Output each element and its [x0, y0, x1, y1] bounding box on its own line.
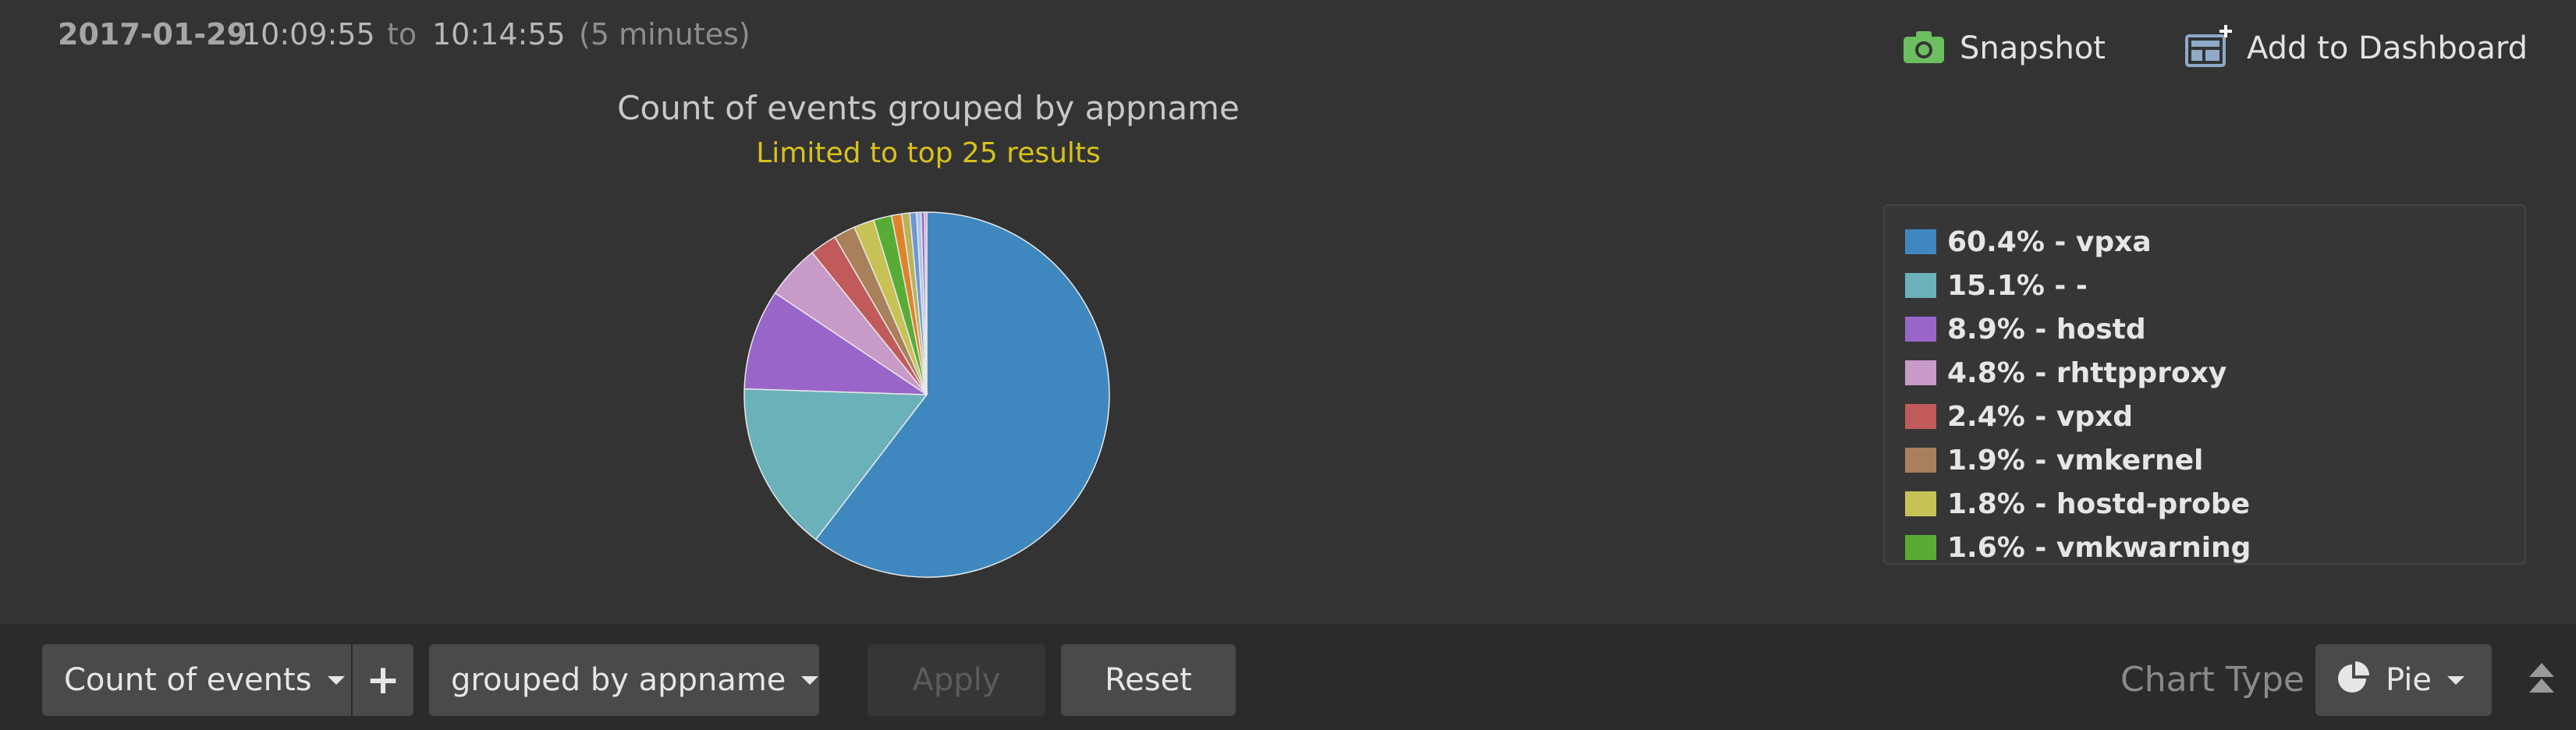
chart-type-dropdown[interactable]: Pie — [2315, 644, 2492, 716]
pie-chart-icon — [2336, 661, 2372, 700]
end-time: 10:14:55 — [432, 17, 566, 51]
legend-label: 2.4% - vpxd — [1947, 400, 2134, 433]
legend-item: 4.8% - rhttpproxy — [1905, 351, 2525, 395]
aggregate-label: Count of events — [64, 662, 312, 698]
add-to-dashboard-button[interactable]: Add to Dashboard — [2184, 23, 2528, 73]
start-time: 10:09:55 — [242, 17, 375, 51]
dashboard-add-icon — [2184, 25, 2233, 72]
to-label: to — [387, 17, 417, 51]
chart-type-label: Chart Type — [2120, 660, 2305, 700]
group-by-dropdown[interactable]: grouped by appname — [429, 644, 819, 716]
legend-label: 1.9% - vmkernel — [1947, 444, 2204, 477]
pie-chart — [743, 211, 1110, 578]
legend-swatch — [1905, 448, 1936, 473]
snapshot-button[interactable]: Snapshot — [1902, 23, 2106, 73]
legend-item: 60.4% - vpxa — [1905, 220, 2525, 264]
legend-swatch — [1905, 317, 1936, 342]
legend-label: 1.6% - vmkwarning — [1947, 531, 2251, 564]
chevron-down-icon — [327, 675, 345, 685]
legend-label: 4.8% - rhttpproxy — [1947, 356, 2227, 389]
legend-label: 60.4% - vpxa — [1947, 225, 2152, 258]
aggregate-dropdown[interactable]: Count of events — [42, 644, 351, 716]
legend-label: 1.8% - hostd-probe — [1947, 487, 2251, 520]
legend-item: 1.9% - vmkernel — [1905, 438, 2525, 482]
reset-button[interactable]: Reset — [1061, 644, 1236, 716]
legend-item: 8.9% - hostd — [1905, 307, 2525, 351]
legend-swatch — [1905, 535, 1936, 560]
header: 2017-01-29 10:09:55 to 10:14:55 (5 minut… — [0, 0, 2576, 78]
plus-icon: + — [366, 657, 400, 703]
query-toolbar: Count of events + grouped by appname App… — [0, 624, 2576, 730]
legend-swatch — [1905, 491, 1936, 516]
chevron-down-icon — [801, 675, 819, 685]
chart-type-value: Pie — [2386, 662, 2432, 698]
legend-label: 15.1% - - — [1947, 269, 2088, 302]
apply-button[interactable]: Apply — [868, 644, 1045, 716]
legend-item: 2.4% - vpxd — [1905, 395, 2525, 438]
collapse-panel-icon[interactable] — [2528, 661, 2556, 699]
camera-icon — [1902, 29, 1946, 68]
legend-swatch — [1905, 273, 1936, 298]
chart-area: Count of events grouped by appname Limit… — [0, 78, 1857, 616]
legend-item: 1.6% - vmkwarning — [1905, 526, 2525, 564]
add-aggregate-button[interactable]: + — [353, 644, 413, 716]
group-by-label: grouped by appname — [451, 662, 786, 698]
duration-label: (5 minutes) — [579, 17, 750, 51]
snapshot-label: Snapshot — [1960, 30, 2106, 66]
date-label: 2017-01-29 — [58, 17, 248, 51]
legend-swatch — [1905, 404, 1936, 429]
legend-label: 8.9% - hostd — [1947, 313, 2146, 346]
add-to-dashboard-label: Add to Dashboard — [2247, 30, 2528, 66]
chevron-down-icon — [2446, 675, 2464, 685]
apply-label: Apply — [912, 662, 1001, 698]
legend-swatch — [1905, 229, 1936, 254]
legend-swatch — [1905, 360, 1936, 385]
chart-legend: 60.4% - vpxa 15.1% - - 8.9% - hostd 4.8% - … — [1883, 204, 2526, 565]
legend-item: 1.8% - hostd-probe — [1905, 482, 2525, 526]
reset-label: Reset — [1105, 662, 1192, 698]
legend-item: 15.1% - - — [1905, 264, 2525, 307]
